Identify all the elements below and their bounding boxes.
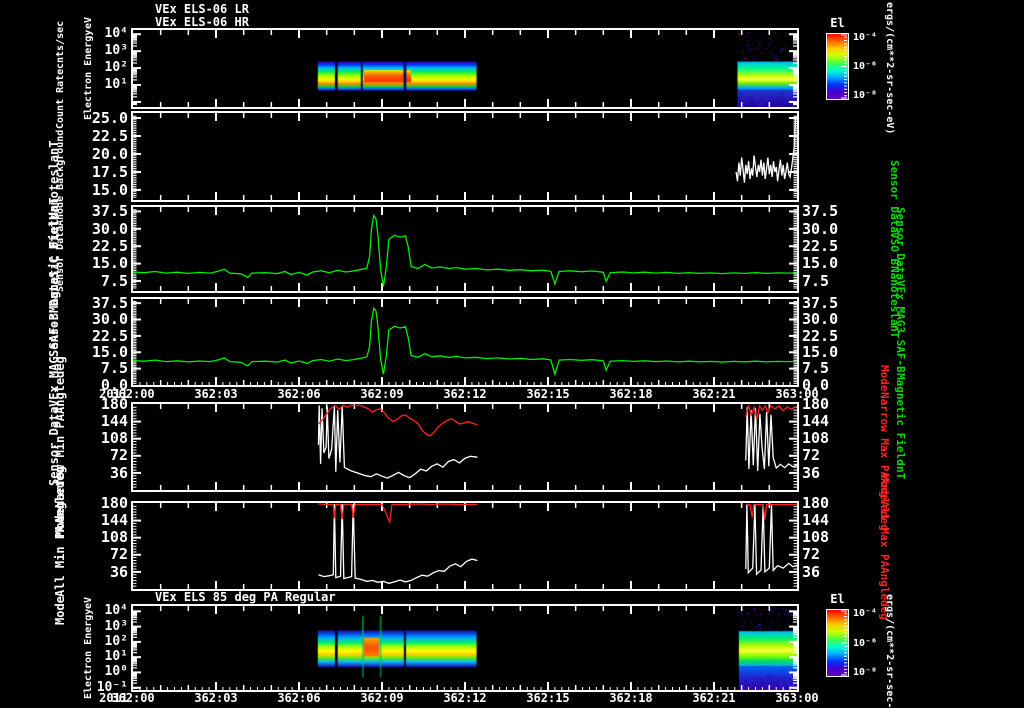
time-tick-label: 362:12 — [443, 691, 487, 705]
colorbar-tick-label: 10⁻⁸ — [853, 667, 878, 679]
time-tick-label: 362:18 — [609, 387, 653, 401]
y-tick-label: 15.0 — [91, 180, 128, 199]
y-tick-label-right: 0.0 — [802, 375, 830, 394]
y-tick-label: 22.5 — [91, 326, 128, 345]
plot-stage: VEx ELS-06 LR VEx ELS-06 HR VEx ELS 85 d… — [0, 0, 1024, 708]
y-tick-label-right: 180 — [802, 395, 830, 414]
y-tick-label: 37.5 — [91, 293, 128, 312]
y-tick-label: 30.0 — [91, 310, 128, 329]
y-tick-label: 36 — [109, 463, 128, 482]
y-tick-label: 180 — [100, 494, 128, 513]
colorbar-tick-label: 10⁻⁴ — [853, 31, 878, 43]
y-tick-label-right: 37.5 — [802, 293, 839, 312]
y-tick-label: 108 — [100, 528, 128, 547]
time-tick-label: 362:09 — [360, 691, 404, 705]
y-tick-label-right: 7.5 — [802, 271, 830, 290]
colorbar-top: El 10⁻⁴ 10⁻⁶ 10⁻⁸ — [826, 16, 896, 116]
y-tick-label-right: 72 — [802, 545, 821, 564]
y-tick-label-right: 144 — [802, 511, 830, 530]
y-tick-label: 37.5 — [91, 202, 128, 221]
y-tick-label: 15.0 — [91, 254, 128, 273]
y-tick-label: 22.5 — [91, 236, 128, 255]
time-tick-label: 362:21 — [692, 691, 736, 705]
time-tick-label: 362:12 — [443, 387, 487, 401]
y-tick-label: 72 — [109, 545, 128, 564]
y-tick-label: 36 — [109, 562, 128, 581]
y-tick-label: 10¹ — [104, 649, 128, 665]
y-tick-label: 30.0 — [91, 219, 128, 238]
y-tick-label: 10⁴ — [104, 26, 128, 42]
time-tick-label: 362:06 — [277, 387, 321, 401]
y-tick-label: 25.0 — [91, 108, 128, 127]
line-panel-all-pa — [131, 501, 799, 591]
y-tick-label: 10⁻¹ — [96, 679, 128, 695]
line-panel-narrow-pa — [131, 402, 799, 492]
y-tick-label: 72 — [109, 446, 128, 465]
y-tick-label: 10⁴ — [104, 603, 128, 619]
y-tick-label-right: 180 — [802, 494, 830, 513]
y-tick-label-right: 22.5 — [802, 326, 839, 345]
y-tick-label: 20.0 — [91, 144, 128, 163]
y-tick-label: 108 — [100, 429, 128, 448]
colorbar-tick-label: 10⁻⁶ — [853, 637, 878, 649]
y-tick-label: 10³ — [104, 618, 128, 634]
y-tick-label: 10³ — [104, 43, 128, 59]
y-tick-label-right: 15.0 — [802, 254, 839, 273]
colorbar-tick-label: 10⁻⁴ — [853, 607, 878, 619]
panel1-title-hr: VEx ELS-06 HR — [155, 15, 249, 29]
colorbar-tick-label: 10⁻⁶ — [853, 61, 878, 73]
time-tick-label: 363:00 — [775, 691, 819, 705]
y-tick-label-right: 72 — [802, 446, 821, 465]
y-tick-label: 10² — [104, 60, 128, 76]
y-tick-label-right: 30.0 — [802, 219, 839, 238]
colorbar-tick-label: 10⁻⁸ — [853, 90, 878, 102]
time-axis-labels-lower: 2011 362:00 362:03 362:06 362:09 362:12 362:15… — [0, 691, 1024, 705]
y-tick-label: 7.5 — [100, 271, 128, 290]
y-tick-label: 7.5 — [100, 359, 128, 378]
time-tick-label: 362:03 — [194, 387, 238, 401]
y-tick-label: 15.0 — [91, 342, 128, 361]
line-panel-vex-mag — [131, 297, 799, 387]
panel1-title-lr: VEx ELS-06 LR — [155, 2, 249, 16]
spectrogram-panel-els-bottom — [131, 604, 799, 692]
y-tick-label: 17.5 — [91, 162, 128, 181]
panel7-title: VEx ELS 85 deg PA Regular — [155, 590, 336, 604]
y-tick-label: 144 — [100, 511, 128, 530]
y-tick-label-right: 108 — [802, 429, 830, 448]
colorbar-title: El — [830, 16, 845, 30]
y-tick-label-right: 22.5 — [802, 236, 839, 255]
line-panel-sc-btot — [131, 205, 799, 293]
y-tick-label-right: 30.0 — [802, 310, 839, 329]
y-tick-label: 22.5 — [91, 126, 128, 145]
y-tick-label: 0.0 — [100, 375, 128, 394]
y-tick-label: 10¹ — [104, 76, 128, 92]
y-tick-label-right: 36 — [802, 463, 821, 482]
time-tick-label: 362:15 — [526, 387, 570, 401]
line-panel-anode-background — [131, 111, 799, 202]
colorbar-title: El — [830, 592, 845, 606]
time-tick-label: 362:15 — [526, 691, 570, 705]
colorbar-bottom: El 10⁻⁴ 10⁻⁶ 10⁻⁸ — [826, 592, 896, 692]
spectrogram-panel-els-top — [131, 28, 799, 109]
time-tick-label: 362:21 — [692, 387, 736, 401]
time-tick-label: 362:18 — [609, 691, 653, 705]
y-tick-label-right: 7.5 — [802, 359, 830, 378]
time-tick-label: 362:03 — [194, 691, 238, 705]
y-tick-label: 10² — [104, 633, 128, 649]
time-tick-label: 362:06 — [277, 691, 321, 705]
y-tick-label-right: 108 — [802, 528, 830, 547]
y-tick-label-right: 144 — [802, 412, 830, 431]
y-tick-label-right: 37.5 — [802, 202, 839, 221]
time-tick-label: 362:09 — [360, 387, 404, 401]
y-tick-label: 180 — [100, 395, 128, 414]
y-tick-label: 144 — [100, 412, 128, 431]
y-tick-label-right: 15.0 — [802, 342, 839, 361]
y-tick-label: 10⁰ — [104, 664, 128, 680]
y-tick-label-right: 36 — [802, 562, 821, 581]
